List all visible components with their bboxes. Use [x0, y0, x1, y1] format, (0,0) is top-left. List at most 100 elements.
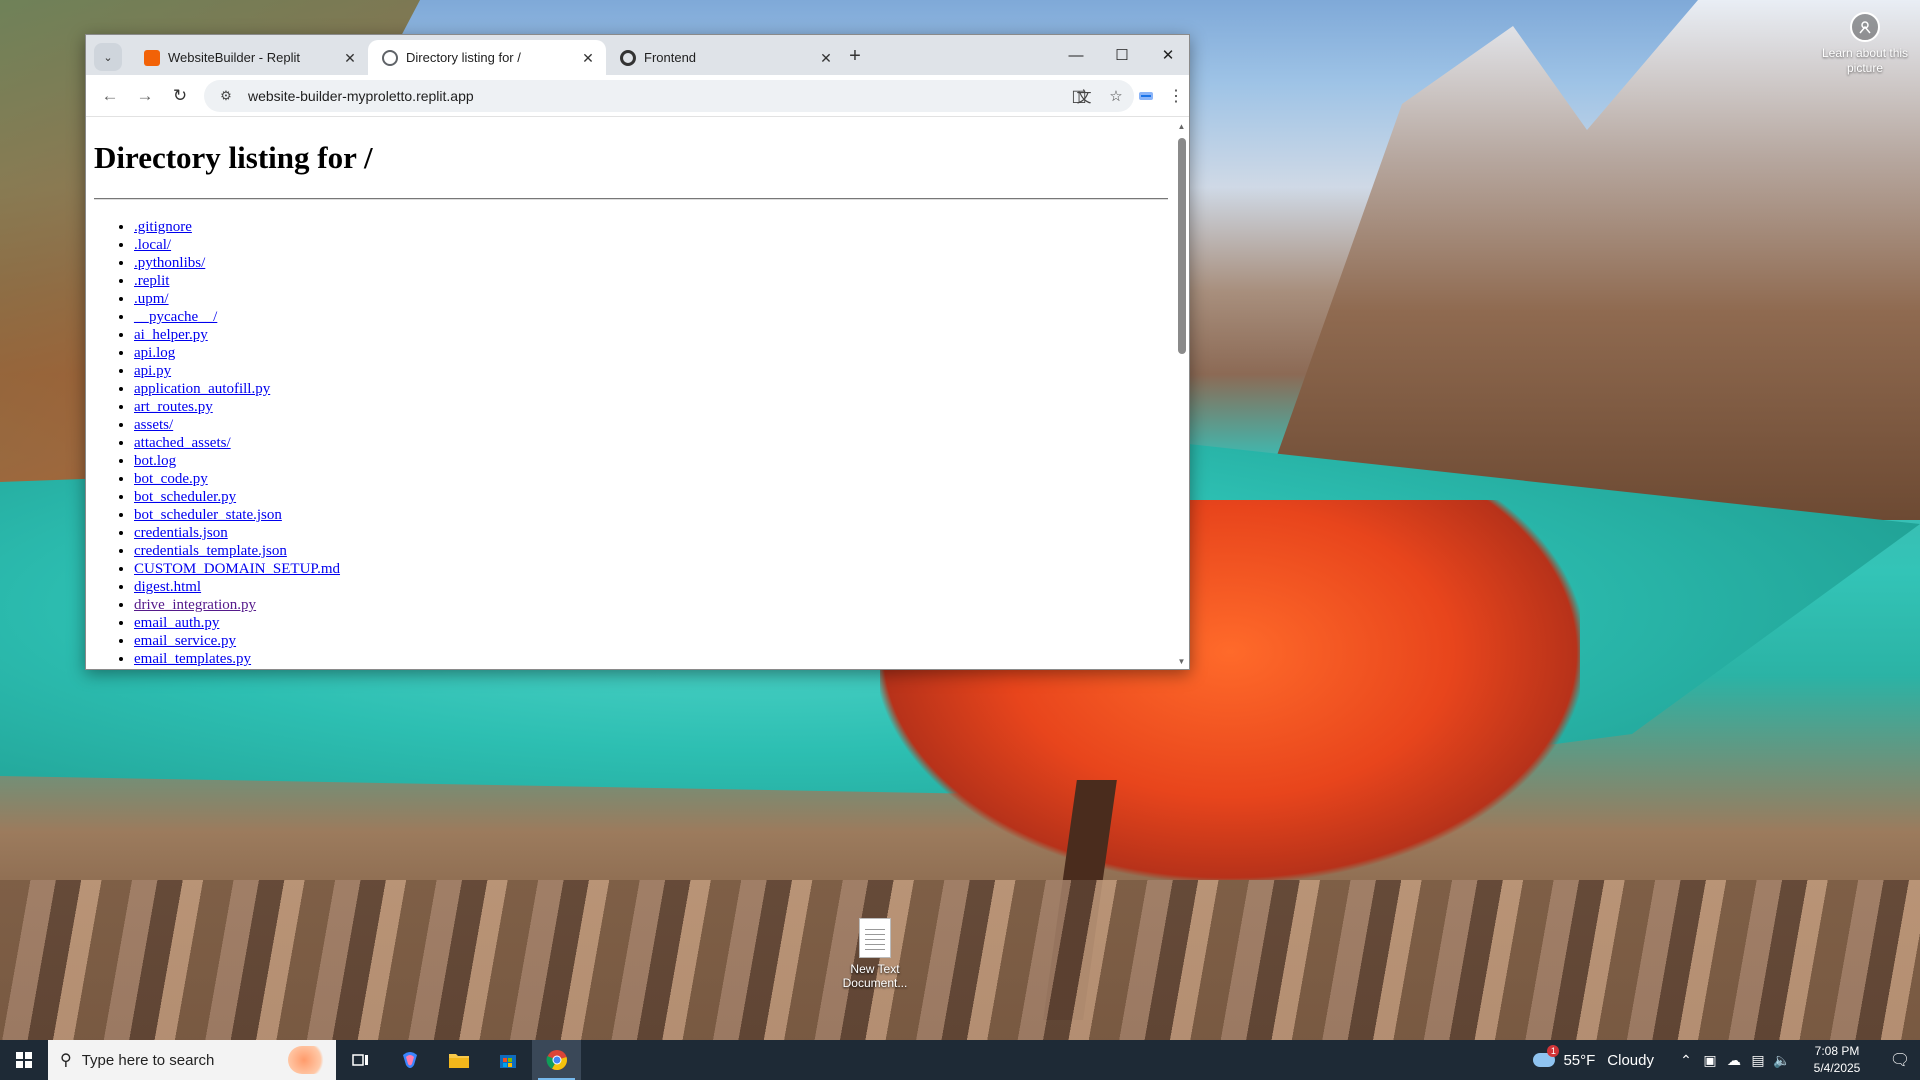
- tab-websitebuilder-replit[interactable]: WebsiteBuilder - Replit ✕: [130, 40, 368, 75]
- scroll-up-arrow-icon[interactable]: ▲: [1177, 122, 1186, 132]
- browser-toolbar: ← → ↻ ⚙ website-builder-myproletto.repli…: [86, 75, 1189, 117]
- taskbar-file-explorer[interactable]: [434, 1040, 483, 1080]
- divider: [94, 198, 1168, 200]
- close-tab-icon[interactable]: ✕: [818, 50, 834, 66]
- taskbar-copilot[interactable]: [385, 1040, 434, 1080]
- maximize-button[interactable]: ☐: [1099, 35, 1145, 75]
- file-link[interactable]: CUSTOM_DOMAIN_SETUP.md: [134, 561, 340, 577]
- file-link[interactable]: assets/: [134, 417, 173, 433]
- file-link[interactable]: email_templates.py: [134, 651, 251, 667]
- tab-frontend[interactable]: Frontend ✕: [606, 40, 844, 75]
- file-link[interactable]: bot_scheduler.py: [134, 489, 236, 505]
- tab-directory-listing[interactable]: Directory listing for / ✕: [368, 40, 606, 75]
- weather-desc: Cloudy: [1607, 1051, 1654, 1069]
- file-link[interactable]: bot_code.py: [134, 471, 208, 487]
- scrollbar-thumb[interactable]: [1178, 138, 1186, 354]
- list-item: credentials.json: [134, 524, 1176, 542]
- meet-now-icon[interactable]: ▣: [1698, 1052, 1722, 1069]
- file-link[interactable]: email_service.py: [134, 633, 236, 649]
- file-link[interactable]: drive_integration.py: [134, 597, 256, 613]
- list-item: ai_helper.py: [134, 326, 1176, 344]
- clock-time: 7:08 PM: [1814, 1044, 1860, 1058]
- taskbar-search[interactable]: ⚲ Type here to search: [48, 1040, 336, 1080]
- back-button[interactable]: ←: [96, 82, 124, 110]
- file-link[interactable]: .pythonlibs/: [134, 255, 205, 271]
- frontend-favicon-icon: [620, 49, 636, 66]
- close-window-button[interactable]: ✕: [1145, 35, 1191, 75]
- file-link[interactable]: credentials_template.json: [134, 543, 287, 559]
- file-list: .gitignore .local/ .pythonlibs/ .replit .upm…: [134, 218, 1176, 668]
- task-view-button[interactable]: [336, 1040, 385, 1080]
- close-tab-icon[interactable]: ✕: [342, 50, 358, 66]
- file-link[interactable]: application_autofill.py: [134, 381, 270, 397]
- text-document-icon: [859, 918, 891, 958]
- tab-search-button[interactable]: ⌄: [94, 43, 122, 71]
- file-link[interactable]: digest.html: [134, 579, 201, 595]
- scroll-down-arrow-icon[interactable]: ▼: [1177, 657, 1186, 667]
- vertical-scrollbar[interactable]: ▲ ▼: [1174, 120, 1189, 669]
- chevron-up-icon[interactable]: ⌃: [1674, 1052, 1698, 1069]
- list-item: digest.html: [134, 578, 1176, 596]
- list-item: attached_assets/: [134, 434, 1176, 452]
- list-item: drive_integration.py: [134, 596, 1176, 614]
- tab-title: Directory listing for /: [406, 50, 521, 65]
- camera-icon: [1850, 12, 1880, 42]
- list-item: .gitignore: [134, 218, 1176, 236]
- url-text[interactable]: website-builder-myproletto.replit.app: [248, 88, 1070, 104]
- search-icon: ⚲: [60, 1052, 72, 1069]
- address-bar[interactable]: ⚙ website-builder-myproletto.replit.app …: [204, 80, 1134, 112]
- file-link[interactable]: .upm/: [134, 291, 169, 307]
- minimize-button[interactable]: —: [1053, 35, 1099, 75]
- list-item: .pythonlibs/: [134, 254, 1176, 272]
- folder-icon: [448, 1054, 469, 1068]
- learn-about-picture-button[interactable]: Learn about this picture: [1820, 12, 1910, 76]
- forward-button[interactable]: →: [131, 82, 159, 110]
- file-link[interactable]: .local/: [134, 237, 171, 253]
- list-item: __pycache__/: [134, 308, 1176, 326]
- notification-center-icon[interactable]: 🗨: [1880, 1040, 1920, 1080]
- list-item: email_templates.py: [134, 650, 1176, 668]
- list-item: api.log: [134, 344, 1176, 362]
- file-link[interactable]: attached_assets/: [134, 435, 231, 451]
- list-item: bot_scheduler_state.json: [134, 506, 1176, 524]
- file-link[interactable]: .gitignore: [134, 219, 192, 235]
- taskbar-microsoft-store[interactable]: [483, 1040, 532, 1080]
- file-link[interactable]: bot.log: [134, 453, 176, 469]
- file-link[interactable]: __pycache__/: [134, 309, 217, 325]
- bookmark-star-icon[interactable]: ☆: [1102, 82, 1130, 110]
- file-link[interactable]: email_auth.py: [134, 615, 219, 631]
- file-link[interactable]: art_routes.py: [134, 399, 213, 415]
- volume-icon[interactable]: 🔈: [1770, 1052, 1794, 1069]
- globe-favicon-icon: [382, 49, 398, 66]
- new-tab-button[interactable]: +: [843, 45, 867, 69]
- list-item: art_routes.py: [134, 398, 1176, 416]
- file-link[interactable]: bot_scheduler_state.json: [134, 507, 282, 523]
- list-item: bot_code.py: [134, 470, 1176, 488]
- close-tab-icon[interactable]: ✕: [580, 50, 596, 66]
- clock[interactable]: 7:08 PM 5/4/2025: [1802, 1043, 1872, 1077]
- file-link[interactable]: credentials.json: [134, 525, 228, 541]
- file-link[interactable]: ai_helper.py: [134, 327, 208, 343]
- desktop-icon-label: New Text Document...: [842, 962, 908, 990]
- browser-window: ⌄ WebsiteBuilder - Replit ✕ Directory li…: [85, 34, 1190, 670]
- desktop-icon-new-text-document[interactable]: New Text Document...: [835, 918, 915, 990]
- start-button[interactable]: [0, 1040, 48, 1080]
- file-link[interactable]: api.log: [134, 345, 175, 361]
- onedrive-icon[interactable]: ☁: [1722, 1052, 1746, 1069]
- network-icon[interactable]: ▤: [1746, 1052, 1770, 1069]
- weather-widget[interactable]: 55°F Cloudy: [1533, 1045, 1654, 1069]
- reload-button[interactable]: ↻: [166, 82, 194, 110]
- replit-favicon-icon: [144, 49, 160, 66]
- copilot-icon: [402, 1052, 417, 1068]
- profile-icon[interactable]: [1132, 82, 1160, 110]
- windows-logo-icon: [16, 1052, 32, 1068]
- extensions-icon[interactable]: ◫: [1065, 82, 1093, 110]
- site-info-icon[interactable]: ⚙: [216, 86, 236, 106]
- tab-title: WebsiteBuilder - Replit: [168, 50, 300, 65]
- list-item: .local/: [134, 236, 1176, 254]
- list-item: application_autofill.py: [134, 380, 1176, 398]
- file-link[interactable]: .replit: [134, 273, 169, 289]
- menu-kebab-icon[interactable]: ⋮: [1162, 82, 1190, 110]
- file-link[interactable]: api.py: [134, 363, 171, 379]
- taskbar-chrome[interactable]: [532, 1040, 581, 1080]
